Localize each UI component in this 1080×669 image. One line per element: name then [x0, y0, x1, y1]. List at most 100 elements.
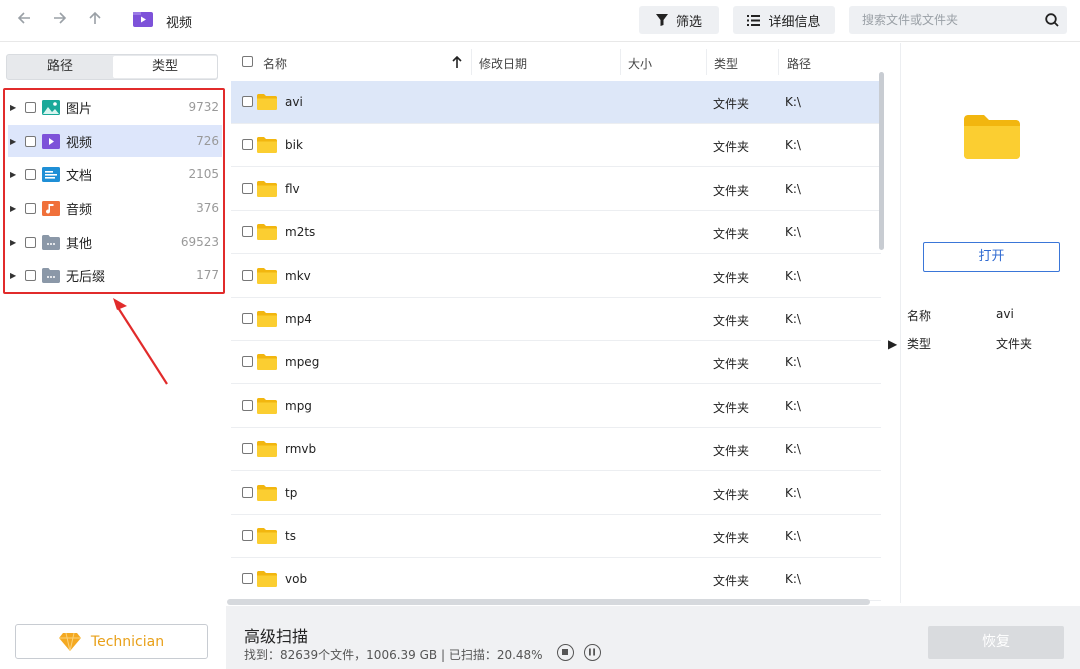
pause-button[interactable]: [584, 644, 601, 661]
details-button[interactable]: 详细信息: [733, 6, 835, 34]
row-name: mpeg: [285, 355, 320, 370]
row-name: flv: [285, 181, 300, 196]
row-path: K:\: [785, 442, 801, 457]
table-row[interactable]: ts 文件夹 K:\: [231, 515, 881, 558]
expand-caret-icon[interactable]: ▶: [10, 271, 20, 280]
stop-icon: [562, 649, 568, 655]
search-input[interactable]: [849, 6, 1039, 34]
row-path: K:\: [785, 181, 801, 196]
column-header-path[interactable]: 路径: [787, 55, 811, 72]
category-checkbox[interactable]: [25, 101, 36, 113]
row-path: K:\: [785, 95, 801, 109]
technician-label: Technician: [90, 633, 165, 650]
row-type: 文件夹: [713, 357, 750, 372]
expand-caret-icon[interactable]: ▶: [10, 238, 20, 247]
category-checkbox[interactable]: [25, 236, 36, 248]
row-checkbox[interactable]: [242, 182, 253, 194]
row-type: 文件夹: [713, 314, 750, 328]
row-path: K:\: [785, 355, 801, 370]
tab-type[interactable]: 类型: [113, 56, 217, 78]
filter-button[interactable]: 筛选: [639, 6, 719, 34]
row-checkbox[interactable]: [242, 399, 253, 411]
row-type: 文件夹: [713, 574, 750, 589]
tab-path[interactable]: 路径: [8, 56, 112, 78]
category-item-images[interactable]: ▶ 图片 9732: [8, 91, 222, 123]
category-item-no-extension[interactable]: ▶ 无后缀 177: [8, 259, 222, 291]
category-checkbox[interactable]: [25, 135, 36, 147]
folder-icon: [257, 397, 277, 414]
property-label: 名称: [907, 309, 932, 323]
row-checkbox[interactable]: [242, 313, 253, 324]
table-row[interactable]: avi 文件夹 K:\: [231, 81, 881, 124]
column-header-size[interactable]: 大小: [628, 55, 652, 72]
scan-title: 高级扫描: [244, 627, 309, 646]
table-row[interactable]: vob 文件夹 K:\: [231, 558, 881, 602]
category-checkbox[interactable]: [25, 168, 36, 180]
folder-icon: [257, 484, 277, 501]
table-row[interactable]: flv 文件夹 K:\: [231, 168, 881, 211]
row-checkbox[interactable]: [242, 486, 253, 498]
details-label: 详细信息: [768, 14, 821, 30]
category-item-audio[interactable]: ▶ 音频 376: [8, 192, 222, 224]
row-name: vob: [285, 572, 308, 587]
sort-ascending-icon[interactable]: [452, 56, 462, 68]
folder-icon: [257, 441, 277, 458]
select-all-checkbox[interactable]: [242, 56, 253, 67]
row-type: 文件夹: [713, 97, 750, 111]
back-arrow-icon[interactable]: [14, 10, 34, 30]
row-checkbox[interactable]: [242, 139, 253, 151]
search-icon[interactable]: [1045, 13, 1059, 27]
row-path: K:\: [785, 572, 801, 587]
category-tree-highlight: ▶ 图片 9732 ▶ 视频 726 ▶ 文档 2105 ▶ 音频 376 ▶ …: [3, 88, 225, 294]
folder-icon: [257, 94, 277, 110]
column-header-modified[interactable]: 修改日期: [479, 55, 527, 72]
row-checkbox[interactable]: [242, 443, 253, 455]
row-path: K:\: [785, 312, 801, 326]
column-header-name[interactable]: 名称: [263, 55, 287, 72]
horizontal-scrollbar[interactable]: [227, 599, 870, 605]
category-item-documents[interactable]: ▶ 文档 2105: [8, 158, 222, 190]
table-row[interactable]: m2ts 文件夹 K:\: [231, 211, 881, 255]
row-type: 文件夹: [713, 183, 750, 198]
forward-arrow-icon[interactable]: [50, 10, 70, 30]
table-row[interactable]: mpeg 文件夹 K:\: [231, 341, 881, 385]
row-checkbox[interactable]: [242, 530, 253, 541]
table-row[interactable]: mpg 文件夹 K:\: [231, 385, 881, 428]
table-row[interactable]: mp4 文件夹 K:\: [231, 298, 881, 341]
column-header-type[interactable]: 类型: [714, 55, 738, 72]
annotation-arrow: [113, 298, 168, 385]
row-checkbox[interactable]: [242, 226, 253, 238]
table-row[interactable]: rmvb 文件夹 K:\: [231, 428, 881, 472]
property-caret-icon: ▶: [888, 337, 898, 351]
table-row[interactable]: bik 文件夹 K:\: [231, 124, 881, 168]
technician-button[interactable]: Technician: [15, 624, 208, 659]
row-checkbox[interactable]: [242, 96, 253, 107]
row-type: 文件夹: [713, 400, 750, 415]
category-checkbox[interactable]: [25, 269, 36, 281]
expand-caret-icon[interactable]: ▶: [10, 204, 20, 213]
row-path: K:\: [785, 138, 801, 153]
expand-caret-icon[interactable]: ▶: [10, 170, 20, 179]
open-button[interactable]: 打开: [923, 242, 1060, 272]
expand-caret-icon[interactable]: ▶: [10, 137, 20, 146]
row-checkbox[interactable]: [242, 269, 253, 281]
folder-preview-icon: [964, 115, 1020, 159]
up-arrow-icon[interactable]: [85, 10, 105, 30]
row-checkbox[interactable]: [242, 356, 253, 368]
row-checkbox[interactable]: [242, 573, 253, 585]
row-type: 文件夹: [713, 270, 750, 285]
vertical-scrollbar[interactable]: [879, 72, 884, 250]
category-label: 图片: [66, 101, 93, 117]
property-value: 文件夹: [996, 337, 1033, 351]
table-row[interactable]: tp 文件夹 K:\: [231, 472, 881, 515]
image-icon: [42, 99, 60, 115]
category-checkbox[interactable]: [25, 202, 36, 214]
row-name: tp: [285, 485, 298, 500]
video-icon: [133, 11, 153, 28]
category-item-video[interactable]: ▶ 视频 726: [8, 125, 222, 157]
expand-caret-icon[interactable]: ▶: [10, 103, 20, 112]
recover-button[interactable]: 恢复: [928, 626, 1064, 659]
table-row[interactable]: mkv 文件夹 K:\: [231, 255, 881, 298]
stop-button[interactable]: [557, 644, 574, 661]
category-item-other[interactable]: ▶ 其他 69523: [8, 226, 222, 258]
